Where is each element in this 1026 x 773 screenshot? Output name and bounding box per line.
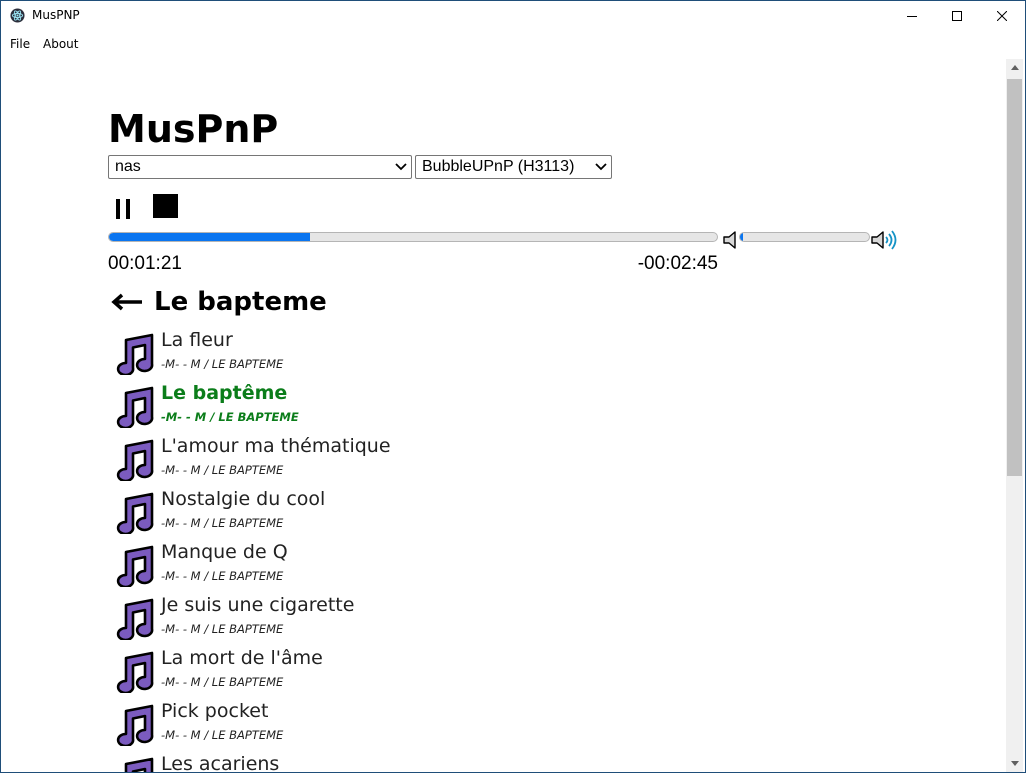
maximize-button[interactable] <box>934 1 980 31</box>
list-item[interactable]: L'amour ma thématique -M- - M / LE BAPTE… <box>108 435 708 488</box>
folder-title: Le bapteme <box>154 287 327 317</box>
track-title: Manque de Q <box>161 541 288 563</box>
track-subtitle: -M- - M / LE BAPTEME <box>161 357 284 371</box>
renderer-select[interactable]: BubbleUPnP (H3113) <box>415 155 612 179</box>
back-arrow-icon[interactable] <box>111 292 143 312</box>
window-title: MusPNP <box>32 8 80 22</box>
track-subtitle: -M- - M / LE BAPTEME <box>161 675 284 689</box>
list-item[interactable]: La fleur -M- - M / LE BAPTEME <box>108 329 708 382</box>
minimize-icon <box>907 16 917 17</box>
list-item[interactable]: Nostalgie du cool -M- - M / LE BAPTEME <box>108 488 708 541</box>
list-item[interactable]: Les acariens -M- - M / LE BAPTEME <box>108 753 708 772</box>
music-note-icon <box>116 545 154 587</box>
chevron-down-icon <box>1010 761 1019 766</box>
list-item[interactable]: Pick pocket -M- - M / LE BAPTEME <box>108 700 708 753</box>
menu-file[interactable]: File <box>10 37 30 51</box>
volume-fill <box>740 233 743 241</box>
list-item[interactable]: Je suis une cigarette -M- - M / LE BAPTE… <box>108 594 708 647</box>
track-title: Je suis une cigarette <box>161 594 355 616</box>
track-title: La mort de l'âme <box>161 647 323 669</box>
scroll-up-button[interactable] <box>1006 59 1023 76</box>
renderer-select-value: BubbleUPnP (H3113) <box>422 158 575 175</box>
track-title: L'amour ma thématique <box>161 435 391 457</box>
scroll-thumb[interactable] <box>1007 79 1022 476</box>
chevron-down-icon <box>595 163 607 171</box>
music-note-icon <box>116 598 154 640</box>
track-subtitle: -M- - M / LE BAPTEME <box>161 410 299 424</box>
title-bar[interactable]: MusPNP <box>1 1 1025 31</box>
track-title: Nostalgie du cool <box>161 488 326 510</box>
main-content: MusPnP nas BubbleUPnP (H3113) 00:01:21 -… <box>108 59 988 772</box>
track-title: Le baptême <box>161 382 288 404</box>
speaker-low-icon[interactable] <box>723 229 741 251</box>
volume-slider[interactable] <box>739 232 870 242</box>
progress-fill <box>109 233 310 241</box>
electron-atom-icon <box>10 8 25 23</box>
time-remaining: -00:02:45 <box>637 253 718 274</box>
track-subtitle: -M- - M / LE BAPTEME <box>161 569 284 583</box>
track-subtitle: -M- - M / LE BAPTEME <box>161 622 284 636</box>
chevron-up-icon <box>1010 65 1019 70</box>
pause-icon[interactable] <box>114 196 134 222</box>
time-elapsed: 00:01:21 <box>108 253 182 274</box>
list-item[interactable]: La mort de l'âme -M- - M / LE BAPTEME <box>108 647 708 700</box>
music-note-icon <box>116 333 154 375</box>
close-icon <box>997 11 1007 21</box>
track-title: Pick pocket <box>161 700 269 722</box>
chevron-down-icon <box>395 163 407 171</box>
app-window: MusPNP File About MusPnP nas BubbleUPnP … <box>0 0 1026 773</box>
server-select[interactable]: nas <box>108 155 412 179</box>
close-button[interactable] <box>979 1 1025 31</box>
minimize-button[interactable] <box>889 1 935 31</box>
playback-progress-bar[interactable] <box>108 232 718 242</box>
track-subtitle: -M- - M / LE BAPTEME <box>161 516 284 530</box>
track-subtitle: -M- - M / LE BAPTEME <box>161 463 284 477</box>
vertical-scrollbar[interactable] <box>1006 59 1023 772</box>
track-subtitle: -M- - M / LE BAPTEME <box>161 728 284 742</box>
music-note-icon <box>116 386 154 428</box>
music-note-icon <box>116 704 154 746</box>
app-title: MusPnP <box>108 107 279 151</box>
music-note-icon <box>116 439 154 481</box>
speaker-high-icon[interactable] <box>871 229 899 251</box>
maximize-icon <box>952 11 962 21</box>
track-title: La fleur <box>161 329 233 351</box>
track-title: Les acariens <box>161 753 280 772</box>
music-note-icon <box>116 492 154 534</box>
music-note-icon <box>116 651 154 693</box>
scroll-down-button[interactable] <box>1006 755 1023 772</box>
stop-icon[interactable] <box>153 194 178 218</box>
menu-bar: File About <box>1 34 1005 54</box>
menu-about[interactable]: About <box>43 37 78 51</box>
server-select-value: nas <box>115 158 141 175</box>
music-note-icon <box>124 757 154 772</box>
list-item[interactable]: Manque de Q -M- - M / LE BAPTEME <box>108 541 708 594</box>
list-item[interactable]: Le baptême -M- - M / LE BAPTEME <box>108 382 708 435</box>
